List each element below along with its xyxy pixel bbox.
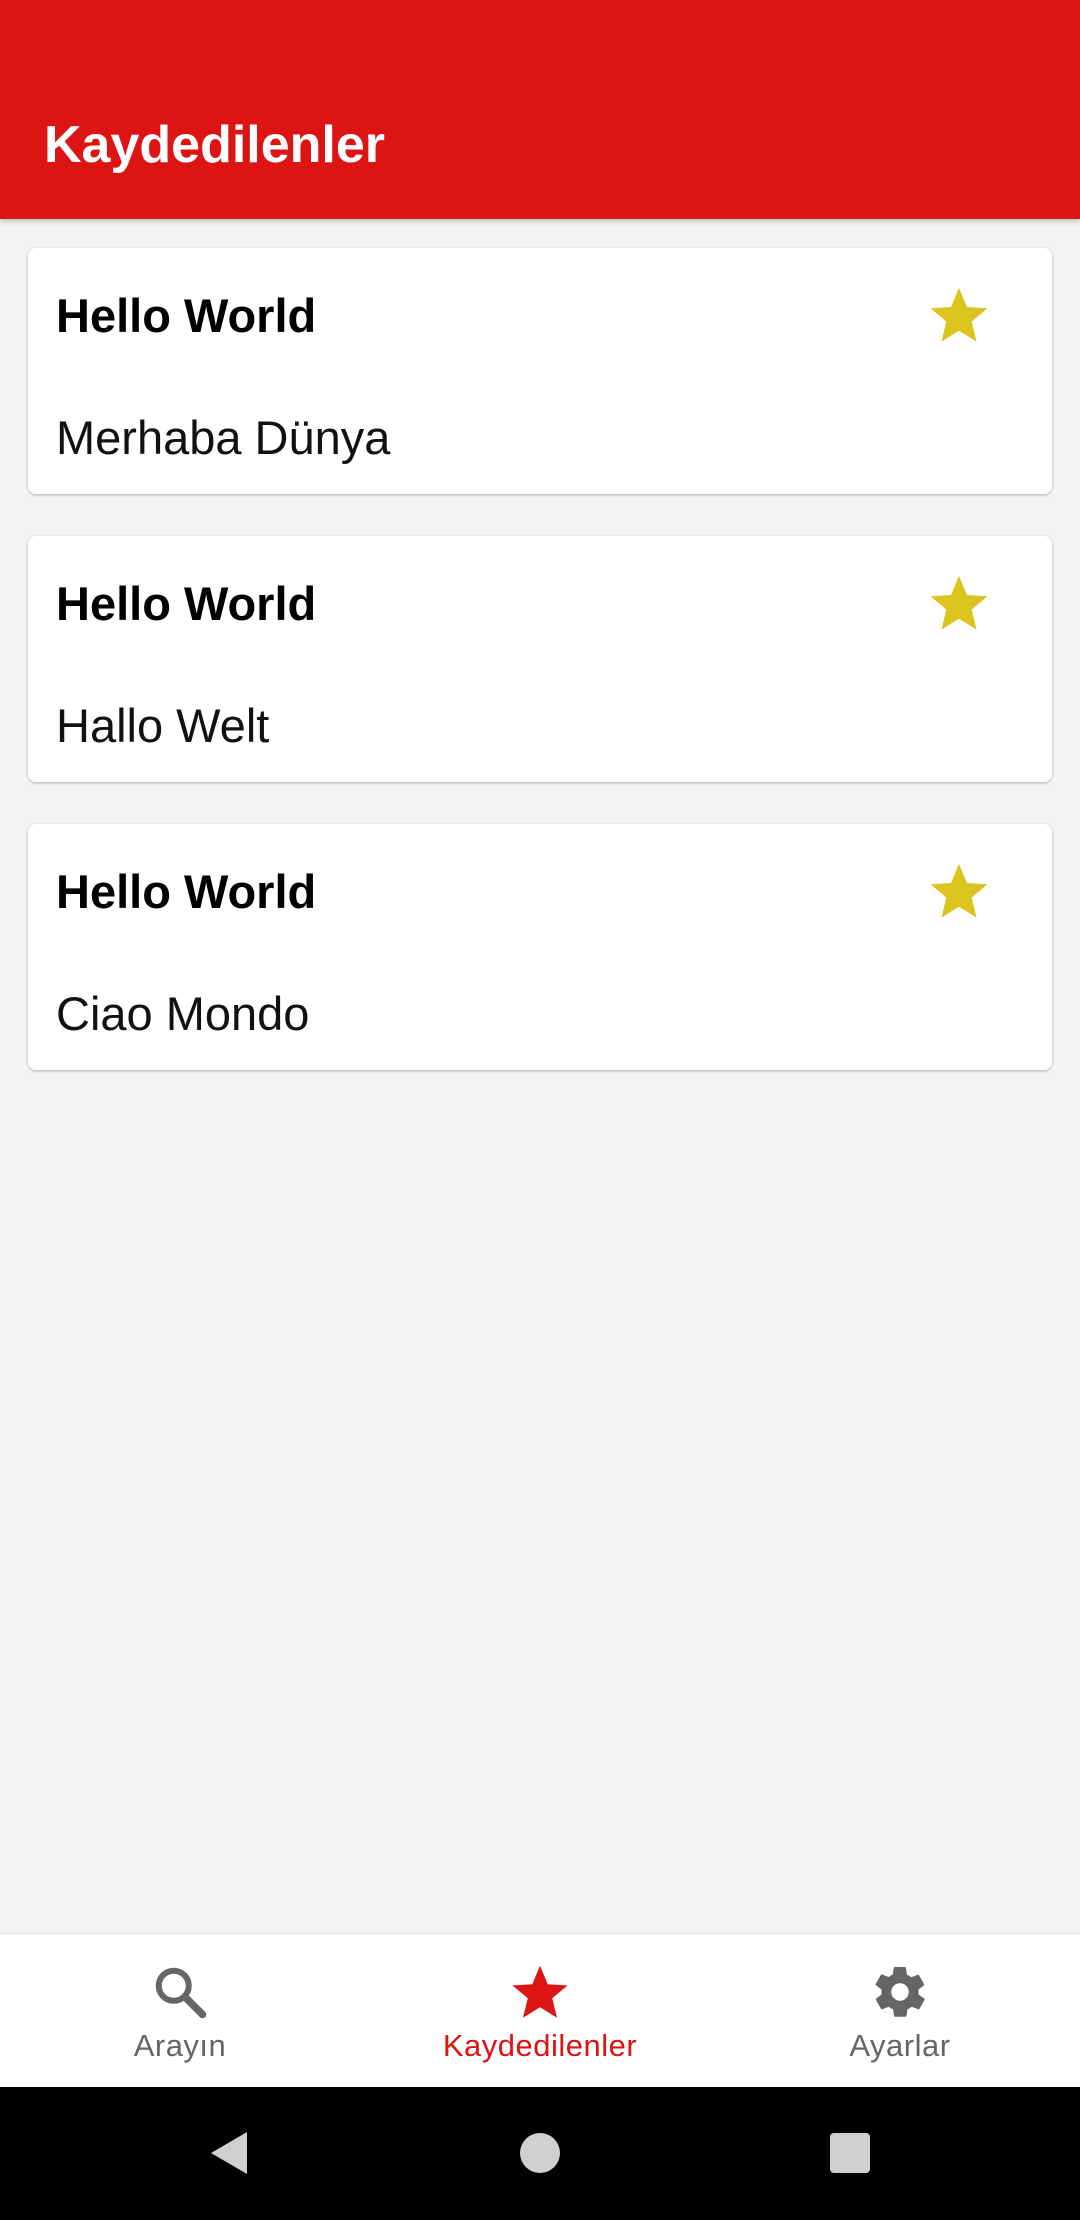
gear-icon xyxy=(868,1960,932,2024)
star-icon xyxy=(930,287,988,342)
home-icon xyxy=(520,2133,560,2173)
system-navigation-bar xyxy=(0,2087,1080,2220)
nav-label-saved: Kaydedilenler xyxy=(442,2028,638,2063)
source-text: Hello World xyxy=(56,289,317,342)
recents-icon xyxy=(830,2133,870,2173)
back-icon xyxy=(211,2132,247,2174)
app-screen: Kaydedilenler Hello World Merhaba Dünya … xyxy=(0,0,1080,2220)
translation-text: Hallo Welt xyxy=(56,699,270,752)
saved-list: Hello World Merhaba Dünya Hello World Ha… xyxy=(28,248,1052,1112)
favorite-button[interactable] xyxy=(924,856,994,926)
translation-text: Ciao Mondo xyxy=(56,987,310,1040)
nav-item-settings[interactable]: Ayarlar xyxy=(720,1934,1080,2088)
saved-card[interactable]: Hello World Merhaba Dünya xyxy=(28,248,1052,494)
top-app-bar: Kaydedilenler xyxy=(0,0,1080,219)
recents-button[interactable] xyxy=(818,2121,882,2185)
star-icon xyxy=(930,863,988,918)
favorite-button[interactable] xyxy=(924,568,994,638)
source-text: Hello World xyxy=(56,577,317,630)
translation-text: Merhaba Dünya xyxy=(56,411,391,464)
star-icon xyxy=(930,575,988,630)
favorite-button[interactable] xyxy=(924,280,994,350)
nav-item-saved[interactable]: Kaydedilenler xyxy=(360,1934,720,2088)
nav-label-search: Arayın xyxy=(133,2028,227,2063)
source-text: Hello World xyxy=(56,865,317,918)
nav-label-settings: Ayarlar xyxy=(849,2028,951,2063)
saved-card[interactable]: Hello World Hallo Welt xyxy=(28,536,1052,782)
nav-item-search[interactable]: Arayın xyxy=(0,1934,360,2088)
home-button[interactable] xyxy=(508,2121,572,2185)
star-icon xyxy=(508,1960,572,2024)
search-icon xyxy=(148,1960,212,2024)
back-button[interactable] xyxy=(196,2121,260,2185)
bottom-navigation: Arayın Kaydedilenler Ayarlar xyxy=(0,1933,1080,2088)
page-title: Kaydedilenler xyxy=(44,116,386,174)
saved-card[interactable]: Hello World Ciao Mondo xyxy=(28,824,1052,1070)
